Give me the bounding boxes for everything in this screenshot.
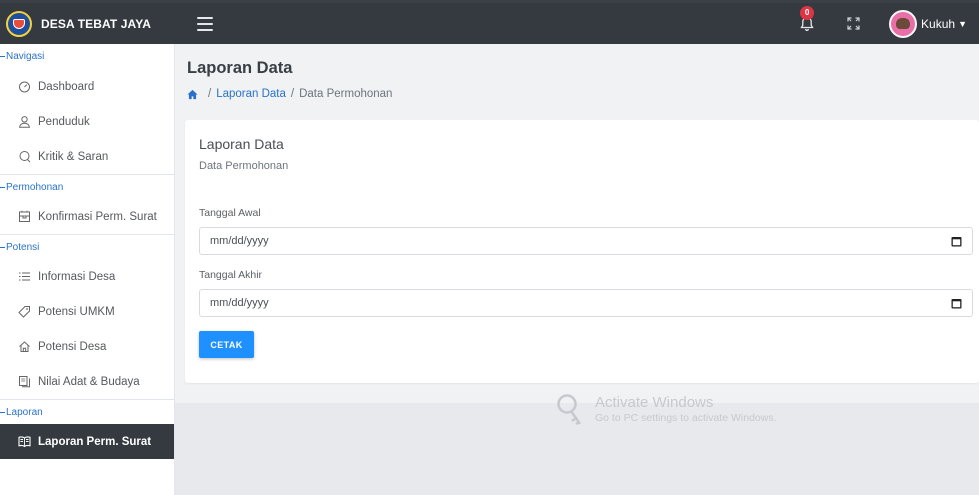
breadcrumb: / Laporan Data / Data Permohonan — [187, 88, 979, 100]
card-subtitle: Data Permohonan — [199, 160, 289, 172]
chevron-down-icon: ▼ — [958, 18, 967, 29]
sidebar-item-potensi-desa[interactable]: Potensi Desa — [0, 329, 174, 364]
sidebar: Navigasi Dashboard Penduduk Kritik & Sar… — [0, 44, 175, 495]
page-title: Laporan Data — [187, 59, 293, 77]
notification-button[interactable]: 0 — [797, 5, 817, 34]
breadcrumb-separator: / — [290, 88, 295, 100]
sidebar-section-laporan: Laporan — [0, 399, 174, 424]
calendar-icon[interactable] — [951, 298, 962, 309]
sidebar-item-dashboard[interactable]: Dashboard — [0, 69, 174, 104]
user-icon — [17, 115, 31, 129]
sidebar-item-label: Informasi Desa — [38, 270, 116, 283]
sidebar-item-label: Konfirmasi Perm. Surat — [38, 210, 157, 223]
end-date-input[interactable]: mm/dd/yyyy — [199, 289, 973, 317]
activate-windows-watermark: Activate Windows Go to PC settings to ac… — [555, 394, 777, 428]
breadcrumb-link[interactable]: Laporan Data — [216, 88, 286, 100]
user-name: Kukuh — [921, 16, 956, 31]
sidebar-item-konfirmasi-perm-surat[interactable]: Konfirmasi Perm. Surat — [0, 199, 174, 234]
key-icon — [557, 394, 582, 426]
brand-name: DESA TEBAT JAYA — [41, 16, 151, 31]
breadcrumb-separator: / — [208, 88, 212, 100]
sidebar-section-navigasi: Navigasi — [0, 44, 174, 69]
watermark-title: Activate Windows — [595, 394, 714, 411]
book-icon — [17, 435, 31, 449]
home-icon[interactable] — [187, 89, 198, 100]
top-navbar: DESA TEBAT JAYA 0 Kukuh ▼ — [0, 0, 979, 44]
tag-icon — [17, 305, 31, 319]
list-icon — [17, 270, 31, 284]
sidebar-item-informasi-desa[interactable]: Informasi Desa — [0, 259, 174, 294]
sidebar-item-kritik-saran[interactable]: Kritik & Saran — [0, 139, 174, 174]
copy-icon — [17, 375, 31, 389]
start-date-input[interactable]: mm/dd/yyyy — [199, 227, 973, 255]
end-date-value: mm/dd/yyyy — [210, 297, 269, 309]
end-date-label: Tanggal Akhir — [199, 269, 263, 281]
sidebar-item-penduduk[interactable]: Penduduk — [0, 104, 174, 139]
page-header: Laporan Data / Laporan Data / Data Permo… — [175, 44, 979, 100]
calendar-icon[interactable] — [951, 236, 962, 247]
notification-badge: 0 — [800, 5, 815, 20]
inbox-icon — [17, 210, 31, 224]
sidebar-item-label: Laporan Perm. Surat — [38, 435, 152, 448]
sidebar-item-label: Potensi Desa — [38, 340, 107, 353]
start-date-value: mm/dd/yyyy — [210, 235, 269, 247]
avatar — [889, 9, 918, 38]
dashboard-icon — [17, 80, 31, 94]
brand[interactable]: DESA TEBAT JAYA — [0, 3, 175, 44]
sidebar-item-label: Dashboard — [38, 80, 95, 93]
watermark-subtitle: Go to PC settings to activate Windows. — [595, 412, 777, 424]
fullscreen-button[interactable] — [845, 16, 861, 32]
home-icon — [17, 340, 31, 354]
sidebar-item-label: Kritik & Saran — [38, 150, 109, 163]
start-date-label: Tanggal Awal — [199, 207, 261, 219]
comment-icon — [17, 150, 31, 164]
report-form-card: Laporan Data Data Permohonan Tanggal Awa… — [185, 120, 979, 383]
sidebar-section-potensi: Potensi — [0, 234, 174, 259]
print-button[interactable]: CETAK — [199, 331, 254, 358]
breadcrumb-current: Data Permohonan — [299, 88, 393, 100]
sidebar-item-nilai-adat-budaya[interactable]: Nilai Adat & Budaya — [0, 364, 174, 399]
expand-icon — [846, 17, 860, 30]
sidebar-item-label: Potensi UMKM — [38, 305, 115, 318]
menu-toggle-icon[interactable] — [197, 16, 213, 31]
sidebar-item-potensi-umkm[interactable]: Potensi UMKM — [0, 294, 174, 329]
sidebar-item-label: Nilai Adat & Budaya — [38, 375, 140, 388]
card-title: Laporan Data — [199, 136, 284, 152]
sidebar-item-laporan-perm-surat[interactable]: Laporan Perm. Surat — [0, 424, 174, 459]
village-logo-icon — [6, 10, 32, 37]
navbar-right: 0 Kukuh ▼ — [797, 3, 979, 44]
sidebar-item-label: Penduduk — [38, 115, 90, 128]
user-menu[interactable]: Kukuh ▼ — [889, 9, 967, 38]
sidebar-section-permohonan: Permohonan — [0, 174, 174, 199]
